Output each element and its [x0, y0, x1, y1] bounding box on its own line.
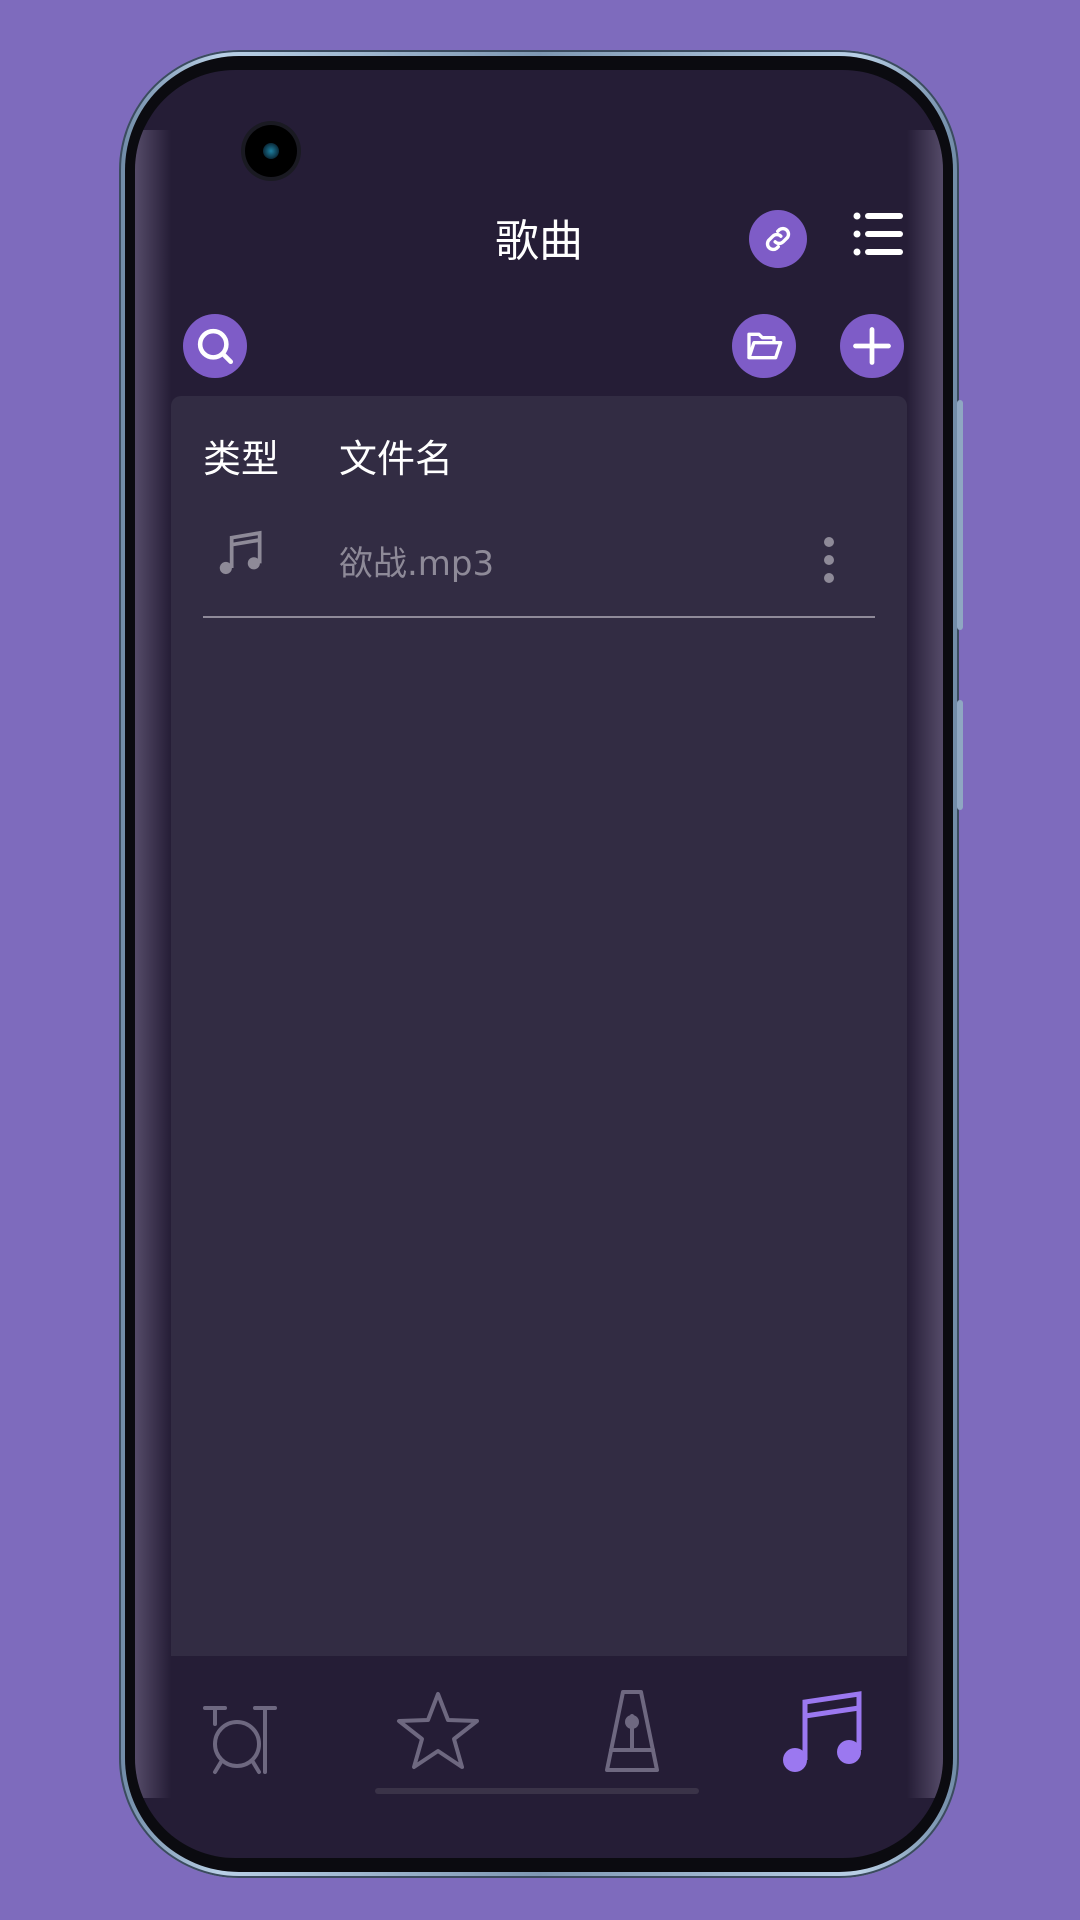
front-camera	[245, 125, 297, 177]
drum-kit-icon[interactable]	[201, 1686, 291, 1776]
home-indicator[interactable]	[375, 1788, 699, 1794]
plus-icon	[853, 327, 891, 365]
volume-button	[957, 400, 963, 630]
folder-open-icon	[747, 332, 783, 360]
add-button[interactable]	[840, 314, 904, 378]
column-header-type: 类型	[203, 437, 280, 481]
bottom-navigation	[171, 1656, 907, 1836]
power-button	[957, 700, 963, 810]
metronome-icon[interactable]	[587, 1686, 677, 1776]
page-title: 歌曲	[495, 216, 583, 267]
link-button[interactable]	[749, 210, 807, 268]
search-icon	[197, 328, 234, 365]
phone-bezel: 歌曲 类型 文件名 欲战.mp3	[125, 56, 953, 1872]
open-folder-button[interactable]	[732, 314, 796, 378]
screen-edge-left	[135, 130, 171, 1798]
music-note-icon	[219, 530, 262, 575]
search-button[interactable]	[183, 314, 247, 378]
music-note-icon[interactable]	[781, 1686, 871, 1776]
file-row[interactable]: 欲战.mp3	[203, 516, 875, 618]
star-icon[interactable]	[393, 1686, 483, 1776]
file-list-panel: 类型 文件名 欲战.mp3	[171, 396, 907, 1656]
file-name: 欲战.mp3	[339, 544, 495, 584]
app-screen: 歌曲 类型 文件名 欲战.mp3	[135, 70, 943, 1858]
more-vertical-icon[interactable]	[823, 536, 835, 588]
screen-edge-right	[907, 130, 943, 1798]
column-header-filename: 文件名	[339, 437, 454, 481]
phone-frame: 歌曲 类型 文件名 欲战.mp3	[119, 50, 963, 1878]
list-menu-icon[interactable]	[853, 210, 903, 258]
link-icon	[765, 226, 791, 252]
